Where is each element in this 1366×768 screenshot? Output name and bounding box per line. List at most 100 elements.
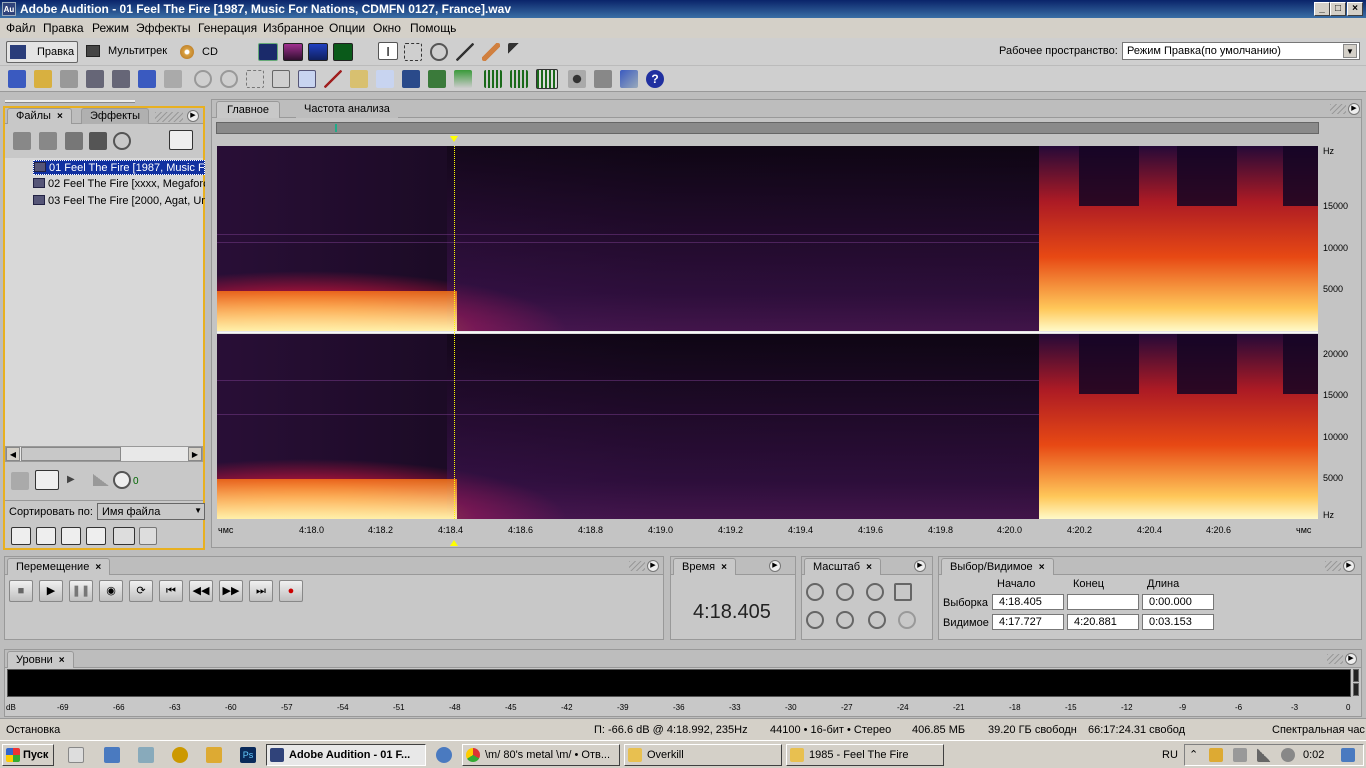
loop-button[interactable]: ⟳ (129, 580, 153, 602)
menu-mode[interactable]: Режим (92, 21, 129, 35)
tab-selection-view[interactable]: Выбор/Видимое × (941, 558, 1054, 575)
zoom-to-right-edge-icon[interactable] (836, 611, 854, 629)
zoom-in-vertical-icon[interactable] (868, 611, 886, 629)
view-end-field[interactable]: 4:20.881 (1067, 614, 1139, 630)
paste-icon[interactable] (350, 70, 368, 88)
tab-files[interactable]: Файлы × (7, 108, 72, 124)
pointer-tool-icon[interactable] (508, 43, 526, 61)
tray-app-icon[interactable] (1209, 748, 1223, 762)
scroll-left-icon[interactable]: ◀ (6, 447, 20, 461)
pause-button[interactable]: ❚❚ (69, 580, 93, 602)
metronome-icon[interactable] (594, 70, 612, 88)
lasso-tool-icon[interactable] (430, 43, 448, 61)
task-folder-overkill[interactable]: Overkill (624, 744, 782, 766)
menu-favorites[interactable]: Избранное (263, 21, 324, 35)
tray-expand-icon[interactable]: ⌃ (1189, 748, 1198, 761)
view-options-icon[interactable] (113, 527, 135, 545)
tray-device-icon[interactable] (1233, 748, 1247, 762)
zoom-out-horizontal-icon[interactable] (836, 583, 854, 601)
quicklaunch-icon[interactable] (138, 747, 154, 763)
record-button[interactable]: ● (279, 580, 303, 602)
tab-zoom[interactable]: Масштаб × (804, 558, 881, 575)
menu-options[interactable]: Опции (329, 21, 365, 35)
playhead-marker-bottom[interactable] (450, 540, 458, 546)
photoshop-icon[interactable]: Ps (240, 747, 256, 763)
tray-end-icon[interactable] (1341, 748, 1355, 762)
save-as-icon[interactable] (86, 70, 104, 88)
clip-indicator-right[interactable] (1353, 683, 1359, 696)
save-all-icon[interactable] (112, 70, 130, 88)
panel-menu-icon[interactable]: ▶ (1345, 653, 1357, 665)
playhead-marker-top[interactable] (450, 136, 458, 142)
close-icon[interactable]: × (721, 562, 727, 573)
tab-frequency-analysis[interactable]: Частота анализа (296, 101, 398, 118)
open-file-icon[interactable] (34, 70, 52, 88)
minimize-button[interactable]: _ (1314, 2, 1330, 16)
list-item[interactable]: 03 Feel The Fire [2000, Agat, Un (33, 194, 205, 209)
maximize-button[interactable]: □ (1330, 2, 1346, 16)
close-file-icon[interactable] (39, 132, 57, 150)
bridge-icon[interactable] (164, 70, 182, 88)
play-icon[interactable]: ▶ (67, 474, 75, 485)
paste-new-icon[interactable] (376, 70, 394, 88)
volume-knob[interactable] (113, 471, 131, 489)
zoom-out-full-icon[interactable] (866, 583, 884, 601)
clip-indicator-left[interactable] (1353, 669, 1359, 682)
start-button[interactable]: Пуск (2, 744, 54, 766)
scroll-thumb[interactable] (21, 447, 121, 461)
settings-icon[interactable] (568, 70, 586, 88)
chevron-down-icon[interactable]: ▼ (1343, 44, 1357, 58)
waveform-view-icon[interactable] (258, 43, 278, 61)
panel-menu-icon[interactable]: ▶ (1343, 560, 1355, 572)
panel-menu-icon[interactable]: ▶ (1348, 103, 1360, 115)
cut-icon[interactable] (324, 70, 342, 88)
zoom-to-selection-icon[interactable] (894, 583, 912, 601)
signal-icon[interactable] (1257, 748, 1271, 762)
snap-ruler-icon[interactable] (510, 70, 528, 88)
play-button[interactable]: ▶ (39, 580, 63, 602)
task-audition[interactable]: Adobe Audition - 01 F... (266, 744, 426, 766)
redo-icon[interactable] (220, 70, 238, 88)
show-video-icon[interactable] (61, 527, 81, 545)
marquee-tool-icon[interactable] (404, 43, 422, 61)
insert-multitrack-icon[interactable] (65, 132, 83, 150)
panel-menu-icon[interactable]: ▶ (769, 560, 781, 572)
list-item[interactable]: 02 Feel The Fire [xxxx, Megaforce (33, 177, 205, 192)
rewind-button[interactable]: ◀◀ (189, 580, 213, 602)
network-icon[interactable] (436, 747, 452, 763)
undo-icon[interactable] (194, 70, 212, 88)
import-file-icon[interactable] (13, 132, 31, 150)
spectral-phase-icon[interactable] (333, 43, 353, 61)
workspace-select[interactable]: Режим Правка(по умолчанию) ▼ (1122, 42, 1360, 60)
show-options-icon[interactable] (169, 130, 193, 150)
spectral-pan-icon[interactable] (308, 43, 328, 61)
quicklaunch-tool-icon[interactable] (206, 747, 222, 763)
multitrack-mode-button[interactable]: Мультитрек (84, 41, 174, 63)
chevron-down-icon[interactable]: ▼ (194, 506, 202, 515)
help-icon[interactable]: ? (646, 70, 664, 88)
go-to-start-button[interactable]: ⏮ (159, 580, 183, 602)
selection-start-field[interactable]: 4:18.405 (992, 594, 1064, 610)
tab-time[interactable]: Время × (673, 558, 736, 575)
right-channel-spectrogram[interactable] (217, 334, 1318, 519)
close-icon[interactable]: × (95, 562, 101, 573)
export-icon[interactable] (138, 70, 156, 88)
stop-button[interactable]: ■ (9, 580, 33, 602)
menu-help[interactable]: Помощь (410, 21, 456, 35)
insert-cd-icon[interactable] (89, 132, 107, 150)
show-desktop-icon[interactable] (68, 747, 84, 763)
zoom-in-horizontal-icon[interactable] (806, 583, 824, 601)
marker-icon[interactable] (454, 70, 472, 88)
tab-transport[interactable]: Перемещение × (7, 558, 111, 575)
new-file-icon[interactable] (8, 70, 26, 88)
brush-tool-icon[interactable] (456, 43, 474, 61)
selection-length-field[interactable]: 0:00.000 (1142, 594, 1214, 610)
autoplay-icon[interactable] (113, 132, 131, 150)
menu-generate[interactable]: Генерация (198, 21, 257, 35)
selection-end-field[interactable] (1067, 594, 1139, 610)
volume-tray-icon[interactable] (1281, 748, 1295, 762)
mix-paste-icon[interactable] (402, 70, 420, 88)
cd-burn-icon[interactable] (620, 70, 638, 88)
speaker-icon[interactable] (11, 472, 29, 490)
tab-levels[interactable]: Уровни × (7, 651, 74, 668)
